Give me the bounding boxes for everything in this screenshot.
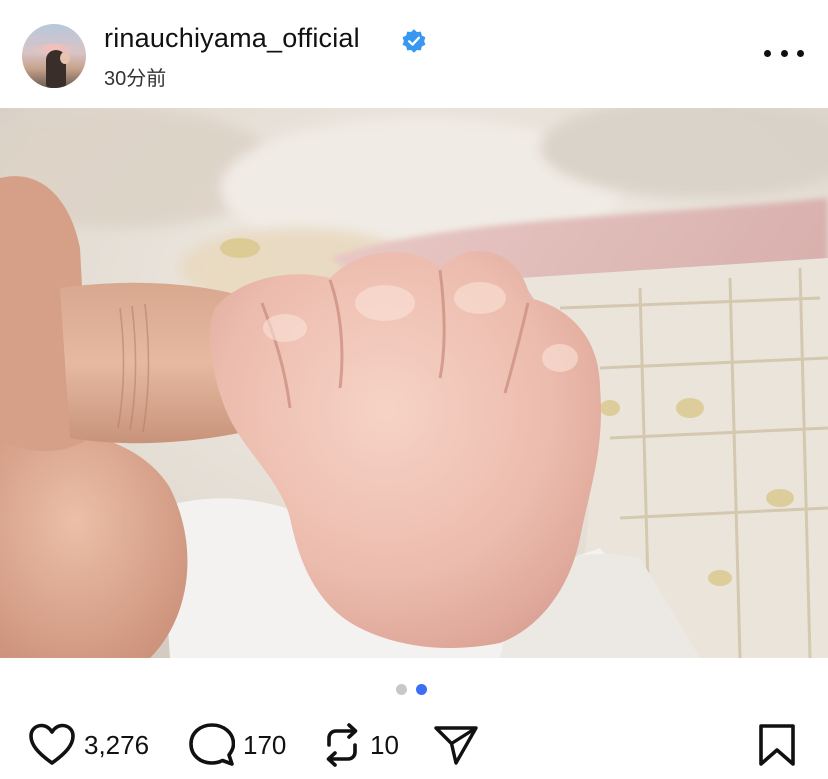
repost-button[interactable]: 10 — [322, 715, 399, 775]
more-dot — [780, 49, 788, 57]
bookmark-icon — [759, 724, 795, 766]
like-count: 3,276 — [84, 729, 150, 760]
comment-icon — [189, 723, 235, 766]
carousel-dot — [396, 684, 407, 695]
verified-badge-icon — [402, 29, 426, 53]
instagram-post: rinauchiyama_official 30分前 3,276 170 10 — [0, 0, 828, 779]
avatar-face — [60, 52, 70, 64]
heart-icon — [29, 723, 75, 765]
repost-icon — [326, 723, 358, 767]
carousel-dot-active — [416, 684, 427, 695]
avatar[interactable] — [22, 24, 86, 88]
carousel-indicator — [396, 684, 427, 695]
post-header: rinauchiyama_official 30分前 — [0, 0, 828, 108]
comment-count: 170 — [243, 729, 287, 760]
share-button[interactable] — [433, 715, 479, 775]
comment-button[interactable]: 170 — [189, 715, 286, 775]
bookmark-button[interactable] — [758, 715, 796, 775]
more-options-icon[interactable] — [764, 38, 804, 68]
like-button[interactable]: 3,276 — [28, 715, 149, 775]
baby-hand-photo — [0, 108, 828, 658]
post-timestamp: 30分前 — [104, 68, 167, 90]
repost-count: 10 — [370, 729, 399, 760]
send-icon — [434, 726, 478, 765]
more-dot — [764, 49, 771, 57]
username[interactable]: rinauchiyama_official — [104, 23, 360, 54]
post-photo[interactable] — [0, 108, 828, 658]
more-dot — [797, 49, 804, 57]
action-bar: 3,276 170 10 — [0, 715, 828, 775]
